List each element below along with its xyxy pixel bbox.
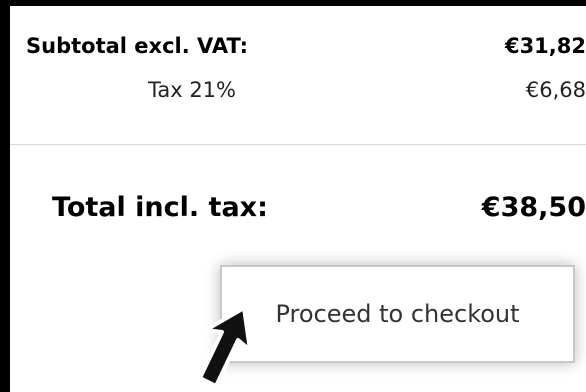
subtotal-value: €31,82: [504, 34, 586, 58]
proceed-to-checkout-button[interactable]: Proceed to checkout: [220, 265, 575, 363]
subtotal-label: Subtotal excl. VAT:: [26, 34, 249, 58]
total-label: Total incl. tax:: [52, 192, 268, 223]
summary-divider: [10, 144, 586, 145]
order-summary-panel: Subtotal excl. VAT: €31,82 Tax 21% €6,68…: [10, 6, 586, 392]
total-value: €38,50: [481, 192, 586, 223]
tax-label: Tax 21%: [148, 78, 236, 102]
arrow-cursor-icon: [198, 306, 252, 388]
screenshot-frame: Subtotal excl. VAT: €31,82 Tax 21% €6,68…: [0, 0, 586, 392]
tax-value: €6,68: [525, 78, 586, 102]
